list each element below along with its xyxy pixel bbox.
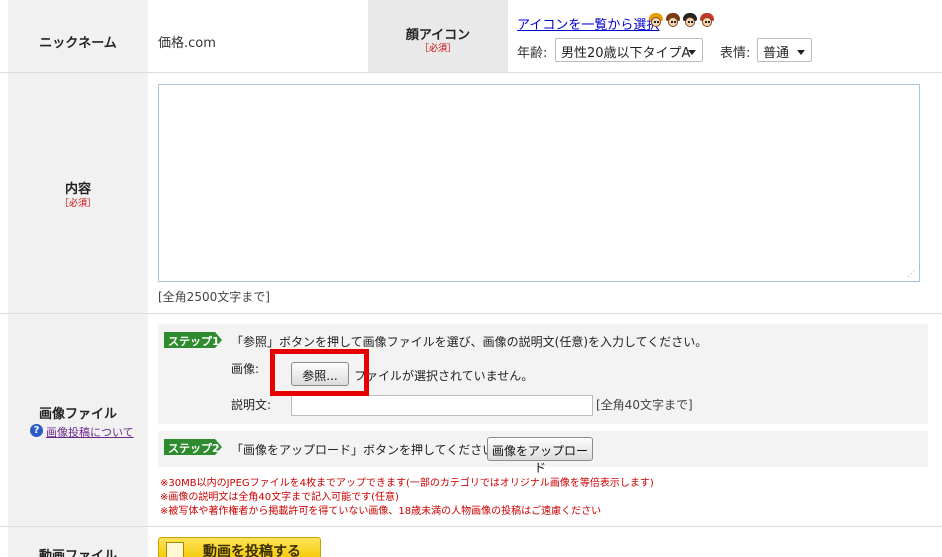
content-textarea[interactable]: ⋰ [158,84,920,282]
description-label: 説明文: [231,398,272,412]
post-video-label: 動画を投稿する [203,544,301,557]
content-required: ［必須］ [59,199,96,209]
post-video-button[interactable]: 動画を投稿する [158,537,321,557]
step2-instruction: 「画像をアップロード」ボタンを押してください。 [231,443,507,457]
note-1: ※30MB以内のJPEGファイルを4枚までアップできます(一部のカテゴリではオリ… [160,478,654,489]
chevron-down-icon [797,50,805,55]
note-3: ※被写体や著作権者から掲載許可を得ていない画像、18歳未満の人物画像の投稿はご遠… [160,506,602,517]
step1-instruction: 「参照」ボタンを押して画像ファイルを選び、画像の説明文(任意)を入力してください… [231,335,708,349]
note-2: ※画像の説明文は全角40文字まで記入可能です(任意) [160,492,399,503]
image-description-input[interactable] [291,395,593,416]
video-file-icon [166,542,184,557]
expression-select-value: 普通 [763,46,790,61]
step1-badge: ステップ1 [164,332,222,348]
expression-select[interactable]: 普通 [757,38,812,62]
face-icon-2[interactable] [665,13,681,30]
nickname-value: 価格.com [158,36,216,51]
face-icon-list [648,13,715,30]
browse-highlight-box [270,349,369,396]
content-label: 内容 [64,182,91,197]
nickname-label: ニックネーム [39,36,117,51]
image-label: 画像: [231,362,260,376]
no-file-selected-text: ファイルが選択されていません。 [354,369,534,383]
video-file-label: 動画ファイル [38,549,117,557]
face-icon-required: ［必須］ [419,44,456,54]
resize-grip-icon[interactable]: ⋰ [907,270,915,278]
face-icon-1[interactable] [648,13,664,30]
expression-label: 表情: [720,46,751,61]
age-select-value: 男性20歳以下タイプA [561,46,691,61]
help-icon[interactable]: ? [30,424,43,437]
face-icon-4[interactable] [699,13,715,30]
step2-badge: ステップ2 [164,439,222,455]
face-icon-3[interactable] [682,13,698,30]
age-select[interactable]: 男性20歳以下タイプA [555,38,703,62]
age-label: 年齢: [517,46,548,61]
description-limit: [全角40文字まで] [596,398,693,412]
content-limit: [全角2500文字まで] [158,290,270,304]
chevron-down-icon [688,50,696,55]
upload-image-button[interactable]: 画像をアップロード [487,437,593,475]
icon-select-link[interactable]: アイコンを一覧から選択 [517,14,659,33]
image-file-label: 画像ファイル [38,407,117,422]
image-help-link[interactable]: 画像投稿について [46,424,134,440]
